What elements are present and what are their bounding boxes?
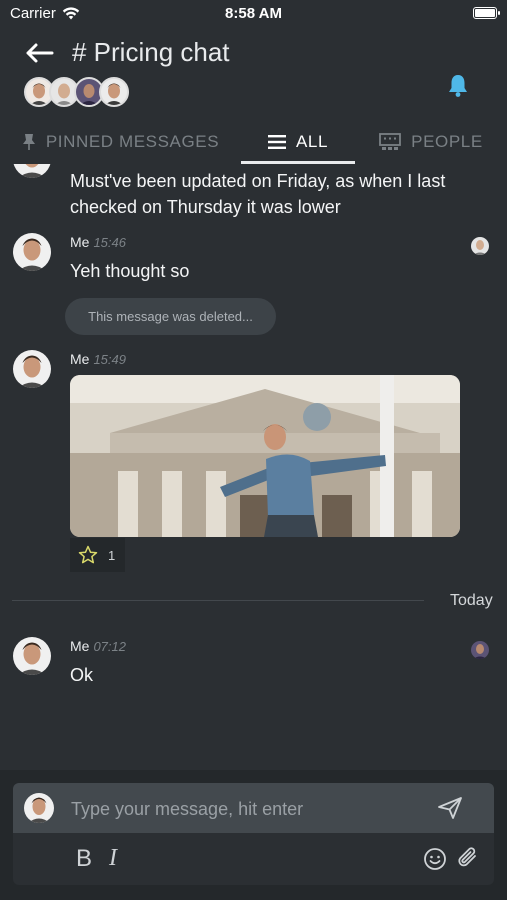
avatar — [24, 793, 54, 823]
list-icon — [267, 135, 286, 149]
day-label: Today — [450, 592, 493, 609]
message-list[interactable]: Must've been updated on Friday, as when … — [0, 164, 507, 770]
message-composer: B I — [0, 770, 507, 900]
send-icon — [438, 797, 462, 819]
emoji-button[interactable] — [423, 847, 447, 871]
tab-all[interactable]: ALL — [241, 124, 355, 160]
battery-icon — [473, 7, 500, 19]
message-text: Yeh thought so — [70, 261, 190, 281]
member-avatars[interactable] — [24, 77, 129, 107]
formatting-toolbar: B I — [13, 833, 494, 885]
message-text: Ok — [70, 665, 94, 685]
avatar — [99, 77, 129, 107]
gif-attachment[interactable] — [70, 375, 460, 537]
sender-avatar — [13, 350, 51, 388]
italic-button[interactable]: I — [109, 845, 117, 872]
arrow-left-icon — [26, 43, 54, 63]
channel-title: # Pricing chat — [72, 37, 230, 67]
bold-button[interactable]: B — [76, 845, 92, 873]
back-button[interactable] — [22, 38, 56, 68]
sender-name: Me 07:12 — [70, 638, 126, 654]
bell-icon — [449, 75, 467, 97]
sender-avatar — [13, 233, 51, 271]
message-time: 07:12 — [93, 639, 126, 654]
read-receipt-avatar — [471, 237, 489, 255]
star-reaction[interactable]: 1 — [70, 538, 125, 572]
message-time: 15:46 — [93, 235, 126, 250]
deleted-message-notice: This message was deleted... — [65, 298, 276, 335]
clock: 8:58 AM — [225, 4, 282, 22]
people-icon — [379, 133, 402, 150]
read-receipt-avatar — [471, 641, 489, 659]
input-row — [13, 783, 494, 833]
chat-header: # Pricing chat — [0, 26, 507, 124]
star-icon — [78, 545, 98, 564]
tab-label: ALL — [295, 132, 329, 151]
sender-name: Me 15:46 — [70, 234, 126, 250]
wifi-icon — [62, 6, 80, 19]
message-input[interactable] — [69, 791, 433, 827]
attach-button[interactable] — [456, 845, 480, 871]
tab-label: PEOPLE — [411, 132, 483, 151]
message-text: Must've been updated on Friday, as when … — [70, 171, 446, 217]
emoji-icon — [424, 848, 446, 870]
sender-name-text: Me — [70, 234, 90, 250]
tab-people[interactable]: PEOPLE — [355, 124, 507, 160]
message-time: 15:49 — [93, 352, 126, 367]
send-button[interactable] — [437, 796, 463, 820]
tab-bar: PINNED MESSAGES ALL PEOPLE — [0, 124, 507, 164]
status-bar: Carrier 8:58 AM — [0, 0, 507, 26]
tab-pinned-messages[interactable]: PINNED MESSAGES — [0, 124, 241, 160]
reaction-count: 1 — [108, 547, 116, 563]
sender-avatar — [13, 164, 51, 178]
sender-name-text: Me — [70, 351, 90, 367]
notifications-button[interactable] — [446, 73, 470, 99]
pin-icon — [22, 134, 35, 150]
carrier-label: Carrier — [10, 4, 56, 22]
sender-name-text: Me — [70, 638, 90, 654]
sender-name: Me 15:49 — [70, 351, 126, 367]
paperclip-icon — [458, 847, 476, 867]
day-divider — [12, 600, 424, 601]
tab-label: PINNED MESSAGES — [45, 132, 220, 151]
sender-avatar — [13, 637, 51, 675]
